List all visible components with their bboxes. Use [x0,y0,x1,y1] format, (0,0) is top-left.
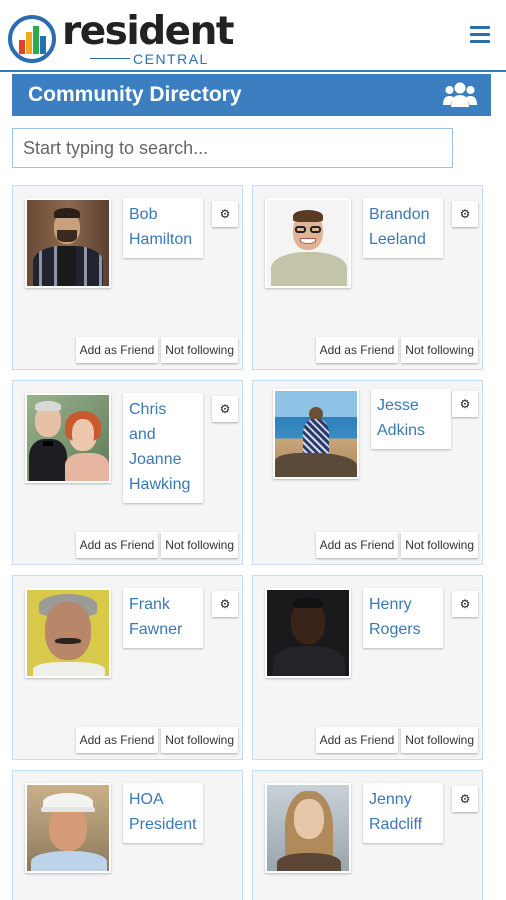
resident-name-link[interactable]: Bob Hamilton [123,198,203,258]
follow-button[interactable]: Not following [161,532,238,558]
resident-central-logo [8,15,56,63]
resident-card: Brandon Leeland ⚙ Add as Friend Not foll… [252,185,483,370]
resident-card: Jesse Adkins ⚙ Add as Friend Not followi… [252,380,483,565]
resident-card: Bob Hamilton ⚙ Add as Friend Not followi… [12,185,243,370]
follow-button[interactable]: Not following [401,337,478,363]
group-icon[interactable] [443,80,477,110]
resident-photo[interactable] [25,783,111,873]
resident-card: Jenny Radcliff ⚙ [252,770,483,900]
gear-icon[interactable]: ⚙ [452,391,478,417]
resident-name-link[interactable]: Brandon Leeland [363,198,443,258]
resident-name-link[interactable]: Jesse Adkins [371,389,451,449]
add-friend-button[interactable]: Add as Friend [75,532,159,558]
resident-photo[interactable] [25,198,111,288]
resident-photo[interactable] [265,588,351,678]
add-friend-button[interactable]: Add as Friend [75,727,159,753]
gear-icon[interactable]: ⚙ [452,786,478,812]
resident-name-link[interactable]: Frank Fawner [123,588,203,648]
add-friend-button[interactable]: Add as Friend [315,337,399,363]
brand-subtitle: CENTRAL [133,51,209,67]
gear-icon[interactable]: ⚙ [212,201,238,227]
follow-button[interactable]: Not following [161,337,238,363]
follow-button[interactable]: Not following [401,727,478,753]
resident-photo[interactable] [25,588,111,678]
resident-photo[interactable] [265,783,351,873]
resident-name-link[interactable]: Chris and Joanne Hawking [123,393,203,503]
resident-card: Chris and Joanne Hawking ⚙ Add as Friend… [12,380,243,565]
resident-card: Henry Rogers ⚙ Add as Friend Not followi… [252,575,483,760]
resident-name-link[interactable]: Jenny Radcliff [363,783,443,843]
gear-icon[interactable]: ⚙ [212,591,238,617]
resident-name-link[interactable]: HOA President [123,783,203,843]
hamburger-icon[interactable] [470,26,490,44]
app-header: resident CENTRAL [0,0,506,72]
resident-card: HOA President [12,770,243,900]
follow-button[interactable]: Not following [401,532,478,558]
search-input[interactable] [12,128,453,168]
gear-icon[interactable]: ⚙ [452,201,478,227]
gear-icon[interactable]: ⚙ [452,591,478,617]
follow-button[interactable]: Not following [161,727,238,753]
add-friend-button[interactable]: Add as Friend [315,532,399,558]
page-title: Community Directory [28,83,242,106]
resident-photo[interactable] [265,198,351,288]
resident-name-link[interactable]: Henry Rogers [363,588,443,648]
resident-card: Frank Fawner ⚙ Add as Friend Not followi… [12,575,243,760]
brand-name: resident [62,9,235,54]
section-title-bar: Community Directory [12,74,491,116]
resident-photo[interactable] [25,393,111,483]
add-friend-button[interactable]: Add as Friend [315,727,399,753]
gear-icon[interactable]: ⚙ [212,396,238,422]
resident-photo[interactable] [273,389,359,479]
add-friend-button[interactable]: Add as Friend [75,337,159,363]
